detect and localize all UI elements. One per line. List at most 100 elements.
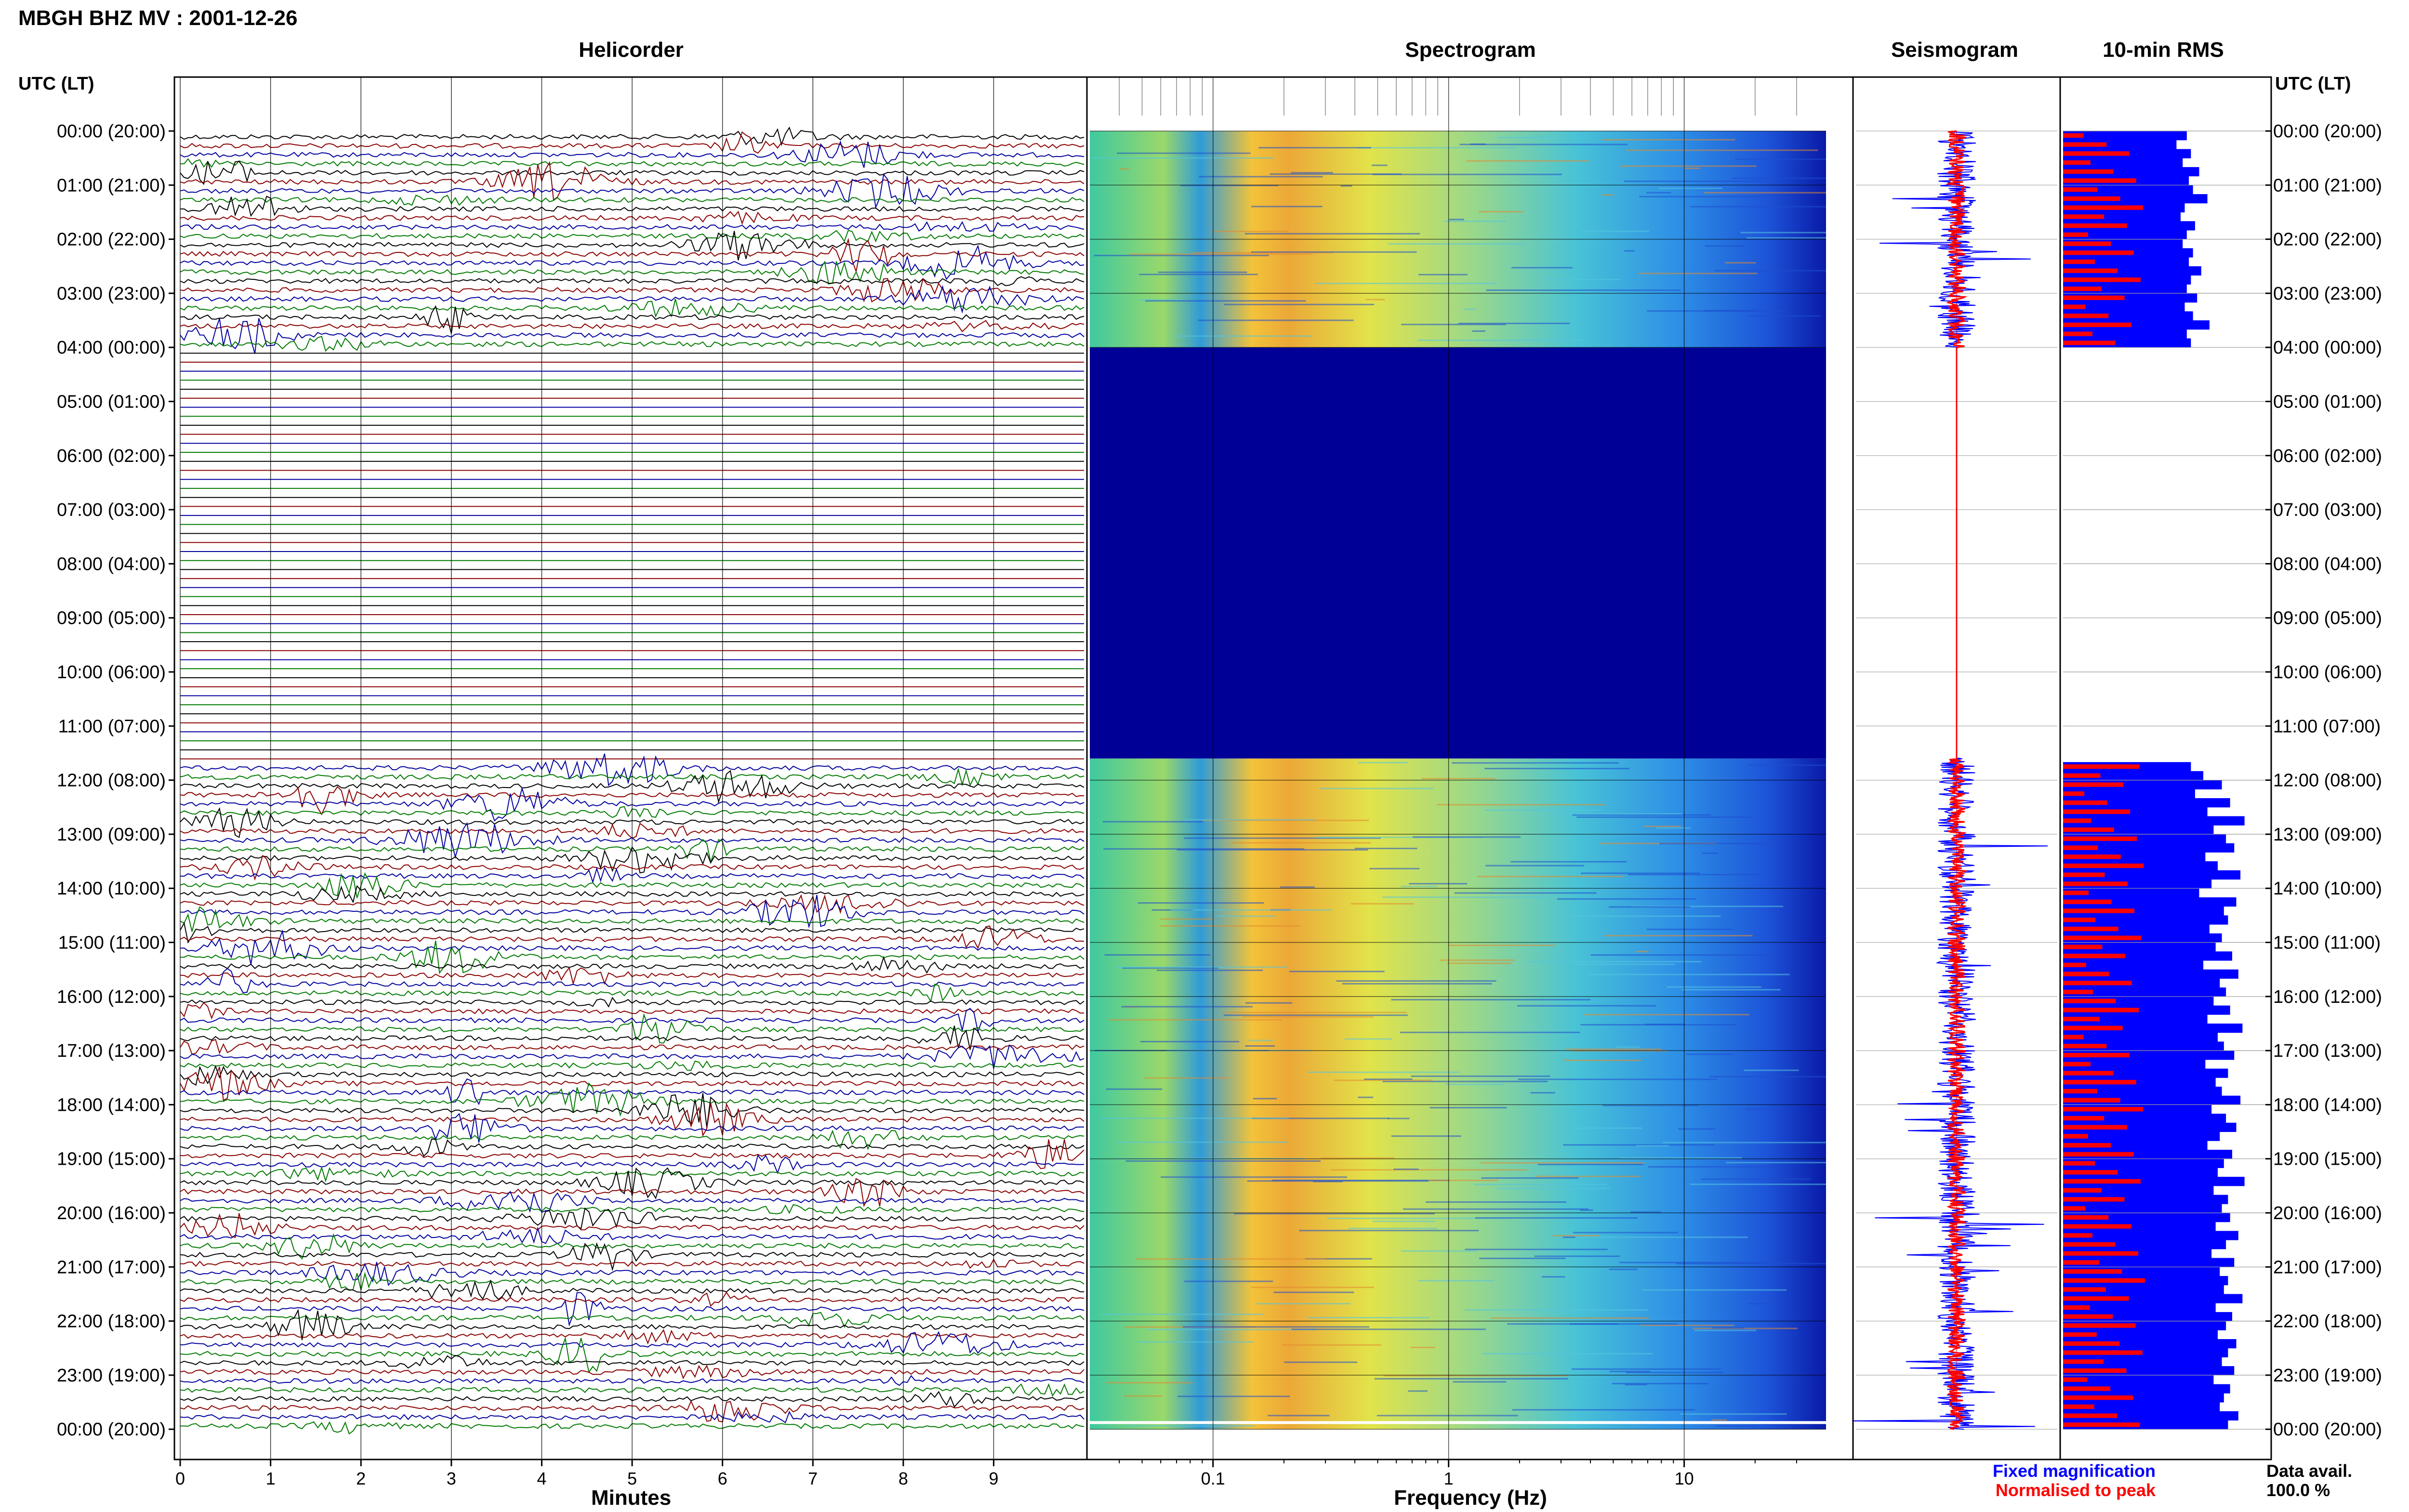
helicorder-x-tick-label: 8 <box>899 1469 908 1488</box>
rms-bar-normalised <box>2063 1008 2139 1012</box>
spectrogram-streak <box>1535 1175 1641 1177</box>
y-tick-label-left: 08:00 (04:00) <box>57 554 166 574</box>
spectrogram-streak <box>1121 1006 1253 1008</box>
rms-bar-normalised <box>2063 1368 2127 1373</box>
y-tick-label-right: 07:00 (03:00) <box>2273 500 2382 520</box>
spectrogram-streak <box>1358 1096 1374 1098</box>
spectrogram-streak <box>1184 1280 1273 1282</box>
spectrogram-streak <box>1336 980 1496 982</box>
spectrogram-streak <box>1140 1040 1240 1042</box>
rms-bar-normalised <box>2063 1188 2102 1193</box>
spectrogram-streak <box>1447 962 1511 964</box>
spectrogram-streak <box>1147 1328 1317 1330</box>
spectrogram-streak <box>1648 1166 1780 1168</box>
y-tick-label-right: 19:00 (15:00) <box>2273 1149 2382 1170</box>
spectrogram-streak <box>1693 1328 1798 1329</box>
y-tick-label-left: 01:00 (21:00) <box>57 175 166 196</box>
data-avail-value: 100.0 % <box>2266 1480 2330 1500</box>
rms-bar-normalised <box>2063 918 2096 922</box>
rms-bar-normalised <box>2063 953 2125 959</box>
spectrogram-streak <box>1106 1382 1192 1384</box>
spectrogram-streak <box>1747 1303 1778 1305</box>
rms-bar-normalised <box>2063 1224 2131 1229</box>
spectrogram-streak <box>1418 1280 1495 1282</box>
spectrogram-streak <box>1391 999 1591 1000</box>
rms-bar-normalised <box>2063 1215 2109 1220</box>
spectrogram-streak <box>1564 915 1721 917</box>
spectrogram-streak <box>1342 983 1492 985</box>
spectrogram-streak <box>1715 1425 1757 1427</box>
spectrogram-streak <box>1747 764 1826 766</box>
rms-bar-normalised <box>2063 773 2101 778</box>
rms-bar-normalised <box>2063 1296 2129 1301</box>
spectrogram-streak <box>1602 139 1735 141</box>
spectrogram-streak <box>1472 330 1485 332</box>
spectrogram-streak <box>1624 180 1774 182</box>
spectrogram-streak <box>1244 233 1420 235</box>
y-tick-label-left: 07:00 (03:00) <box>57 500 166 520</box>
spectrogram-streak <box>1401 1250 1478 1252</box>
spectrogram-streak <box>1583 1013 1749 1015</box>
rms-bar-normalised <box>2063 1422 2140 1427</box>
spectrogram-streak <box>1466 160 1589 162</box>
rms-bar-normalised <box>2063 999 2116 1003</box>
spectrogram-streak <box>1485 865 1585 867</box>
spectrogram-panel: 0.1 1 10 <box>1090 77 1826 1488</box>
y-tick-label-right: 23:00 (19:00) <box>2273 1366 2382 1386</box>
spectrogram-streak <box>1590 954 1771 956</box>
rms-bar-normalised <box>2063 341 2116 345</box>
y-tick-label-right: 22:00 (18:00) <box>2273 1312 2382 1332</box>
helicorder-x-tick-label: 7 <box>808 1469 818 1488</box>
spectrogram-streak <box>1581 230 1649 232</box>
spectrogram-streak <box>1282 1344 1382 1346</box>
spectrogram-streak <box>1448 945 1555 947</box>
spectrogram-streak <box>1248 1039 1273 1041</box>
spectrogram-streak <box>1094 254 1269 256</box>
spectrogram-streak <box>1144 1077 1229 1079</box>
spectrogram-streak <box>1319 788 1434 789</box>
spectrogram-streak <box>1636 1145 1669 1147</box>
spectrogram-streak <box>1667 986 1761 988</box>
spectrogram-streak <box>1615 1046 1640 1048</box>
spectrogram-streak <box>1176 335 1312 337</box>
spectrogram-streak <box>1251 251 1417 253</box>
spectrogram-streak <box>1726 1162 1826 1164</box>
y-tick-label-left: 03:00 (23:00) <box>57 284 166 304</box>
y-tick-label-right: 12:00 (08:00) <box>2273 771 2382 791</box>
spectrogram-streak <box>1291 172 1333 174</box>
spectrogram-streak <box>1656 827 1691 829</box>
y-tick-label-left: 21:00 (17:00) <box>57 1257 166 1277</box>
spectrogram-streak <box>1704 310 1759 312</box>
y-tick-label-right: 09:00 (05:00) <box>2273 608 2382 629</box>
spectrogram-streak <box>1626 149 1818 151</box>
spectrogram-streak <box>1485 809 1602 811</box>
spectrogram-streak <box>1527 960 1702 962</box>
rms-bar-normalised <box>2063 945 2103 949</box>
spectrogram-streak <box>1284 1361 1357 1363</box>
spectrogram-streak <box>1400 1031 1580 1033</box>
spectrogram-streak <box>1251 206 1323 208</box>
spectrogram-streak <box>1315 282 1496 284</box>
spectrogram-streak <box>1658 187 1722 189</box>
rms-bar-normalised <box>2063 1071 2114 1076</box>
rms-bar-normalised <box>2063 1377 2088 1382</box>
rms-bar-normalised <box>2063 223 2127 228</box>
rms-bar-normalised <box>2063 1206 2086 1211</box>
spectrogram-streak <box>1709 1076 1826 1078</box>
spectrogram-streak <box>1268 1415 1330 1417</box>
y-tick-label-right: 14:00 (10:00) <box>2273 879 2382 899</box>
y-tick-label-left: 00:00 (20:00) <box>57 121 166 142</box>
y-tick-label-right: 15:00 (11:00) <box>2273 933 2381 953</box>
spectrogram-streak <box>1372 164 1388 166</box>
spectrogram-streak <box>1129 253 1313 255</box>
spectrogram-streak <box>1562 1236 1575 1238</box>
spectrogram-streak <box>1694 1329 1757 1331</box>
spectrogram-streak <box>1474 1183 1607 1185</box>
spectrogram-streak <box>1711 1419 1727 1421</box>
helicorder-x-tick-label: 0 <box>175 1469 185 1488</box>
y-tick-label-left: 12:00 (08:00) <box>57 771 166 791</box>
spectrogram-streak <box>1646 192 1671 194</box>
spectrogram-xlabel: Frequency (Hz) <box>1394 1486 1547 1510</box>
spectrogram-streak <box>1714 270 1826 272</box>
spectrogram-streak <box>1449 219 1465 221</box>
